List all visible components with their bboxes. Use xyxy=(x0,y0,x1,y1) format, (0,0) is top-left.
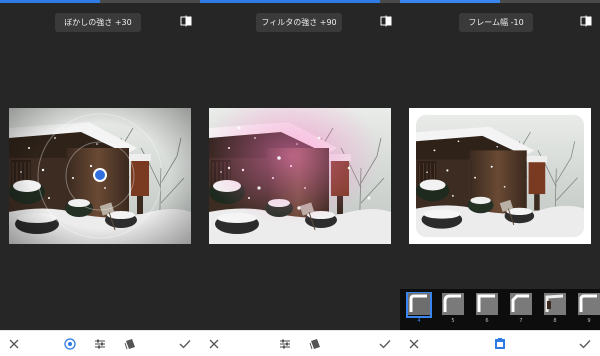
check-icon[interactable] xyxy=(578,337,592,351)
frame-icon[interactable] xyxy=(493,337,507,351)
panel-filter: フィルタの強さ +90 xyxy=(200,0,400,356)
center-point-icon[interactable] xyxy=(63,337,77,351)
frame-number: 7 xyxy=(519,318,523,324)
style-icon[interactable] xyxy=(123,337,137,351)
progress-bar xyxy=(200,0,400,3)
progress-fill xyxy=(200,0,380,3)
adjustment-label: フィルタの強さ +90 xyxy=(256,13,342,32)
frame-number: 8 xyxy=(553,318,557,324)
progress-bar xyxy=(0,0,200,3)
frame-thumbnail[interactable] xyxy=(408,293,430,315)
check-icon[interactable] xyxy=(378,337,392,351)
photo-preview[interactable] xyxy=(409,108,591,244)
frame-thumbnail[interactable] xyxy=(578,293,600,315)
progress-bar xyxy=(400,0,600,3)
frame-thumbnail[interactable] xyxy=(476,293,498,315)
close-icon[interactable] xyxy=(207,337,221,351)
progress-fill xyxy=(400,0,500,3)
compare-icon[interactable] xyxy=(180,15,192,27)
frame-thumbnail[interactable] xyxy=(442,293,464,315)
compare-icon[interactable] xyxy=(580,15,592,27)
progress-fill xyxy=(0,0,100,3)
frame-number: 4 xyxy=(417,318,421,324)
compare-icon[interactable] xyxy=(380,15,392,27)
frame-number: 5 xyxy=(451,318,455,324)
check-icon[interactable] xyxy=(178,337,192,351)
frame-thumbnail[interactable] xyxy=(544,293,566,315)
panel-blur: ぼかしの強さ +30 xyxy=(0,0,200,356)
panel-frame: フレーム幅 -10 4 5 6 7 8 9 xyxy=(400,0,600,356)
adjustment-label: ぼかしの強さ +30 xyxy=(55,13,141,32)
photo-preview[interactable] xyxy=(209,108,391,244)
close-icon[interactable] xyxy=(407,337,421,351)
tune-icon[interactable] xyxy=(93,337,107,351)
style-icon[interactable] xyxy=(308,337,322,351)
close-icon[interactable] xyxy=(7,337,21,351)
bottom-toolbar xyxy=(0,330,200,356)
bottom-toolbar xyxy=(200,330,400,356)
tune-icon[interactable] xyxy=(278,337,292,351)
frame-thumbnail[interactable] xyxy=(510,293,532,315)
bottom-toolbar xyxy=(400,330,600,356)
center-point-handle[interactable] xyxy=(93,168,107,182)
adjustment-label: フレーム幅 -10 xyxy=(459,13,533,32)
frame-selector: 4 5 6 7 8 9 xyxy=(400,289,600,330)
frame-number: 6 xyxy=(485,318,489,324)
frame-number: 9 xyxy=(587,318,591,324)
